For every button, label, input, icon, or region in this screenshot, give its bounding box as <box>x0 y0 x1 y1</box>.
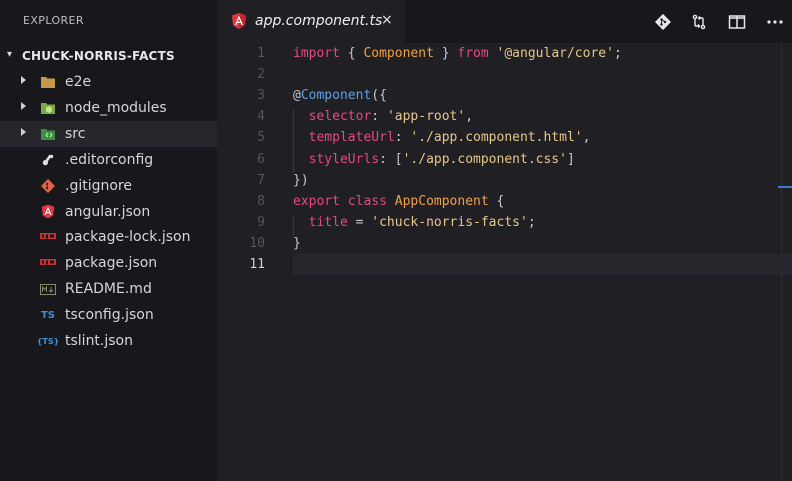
tslint-icon: {TS} <box>36 336 60 346</box>
line-number: 7 <box>257 172 265 188</box>
tree-item-label: e2e <box>65 74 92 90</box>
code-line[interactable]: export class AppComponent { <box>293 194 504 209</box>
tree-file-tslint-json[interactable]: {TS} tslint.json <box>0 328 217 354</box>
project-name: CHUCK-NORRIS-FACTS <box>22 49 175 63</box>
editor-tab-bar: app.component.ts × <box>217 0 792 43</box>
src-folder-icon <box>40 126 56 142</box>
tree-item-label: .gitignore <box>65 177 132 194</box>
compare-changes-icon[interactable] <box>689 12 709 32</box>
code-line[interactable]: }) <box>293 173 309 188</box>
explorer-sidebar: EXPLORER ▾ CHUCK-NORRIS-FACTS e2e node_mo… <box>0 0 217 481</box>
tree-item-label: package-lock.json <box>65 229 191 246</box>
tree-file-package-json[interactable]: package.json <box>0 250 217 276</box>
markdown-icon <box>40 281 56 297</box>
code-line[interactable]: styleUrls: ['./app.component.css'] <box>293 152 575 167</box>
npm-icon <box>40 229 56 245</box>
tree-file-gitignore[interactable]: .gitignore <box>0 173 217 199</box>
code-line[interactable]: @Component({ <box>293 88 387 103</box>
indent-guide <box>293 214 294 236</box>
tree-item-label: .editorconfig <box>65 151 154 168</box>
more-actions-icon[interactable] <box>765 12 785 32</box>
tree-folder-src[interactable]: src <box>0 120 217 147</box>
editorconfig-icon <box>40 152 56 168</box>
line-number: 8 <box>257 193 265 209</box>
code-line[interactable]: templateUrl: './app.component.html', <box>293 130 591 145</box>
line-number: 11 <box>249 257 265 272</box>
project-folder-header[interactable]: ▾ CHUCK-NORRIS-FACTS <box>0 45 217 67</box>
tree-item-label: src <box>65 125 86 142</box>
indent-guide <box>293 109 294 173</box>
git-icon[interactable] <box>653 12 673 32</box>
code-line[interactable]: import { Component } from '@angular/core… <box>293 46 622 61</box>
tree-item-label: node_modules <box>65 99 167 116</box>
code-line[interactable]: } <box>293 236 301 251</box>
close-icon[interactable]: × <box>381 12 393 28</box>
angular-icon <box>232 13 246 29</box>
code-line[interactable]: title = 'chuck-norris-facts'; <box>293 215 536 230</box>
current-line-highlight <box>293 254 792 275</box>
node-folder-icon <box>40 100 56 116</box>
split-editor-icon[interactable] <box>727 12 747 32</box>
tree-item-label: README.md <box>65 281 152 298</box>
angular-icon <box>40 204 56 220</box>
line-number: 4 <box>257 109 265 125</box>
line-number: 3 <box>257 88 265 104</box>
explorer-title: EXPLORER <box>23 14 84 27</box>
line-number: 6 <box>257 151 265 167</box>
line-number: 5 <box>257 130 265 146</box>
chevron-right-icon <box>21 101 26 110</box>
code-editor[interactable]: 1 2 3 4 5 6 7 8 9 10 11 import { Component } from … <box>217 43 792 481</box>
line-number: 10 <box>249 235 265 251</box>
tab-label: app.component.ts <box>255 13 383 29</box>
line-number: 2 <box>257 67 265 83</box>
tree-file-angular-json[interactable]: angular.json <box>0 199 217 225</box>
tree-item-label: package.json <box>65 255 158 272</box>
tree-file-package-lock-json[interactable]: package-lock.json <box>0 224 217 250</box>
overview-ruler-marker <box>778 186 792 188</box>
code-line[interactable]: selector: 'app-root', <box>293 109 473 124</box>
tree-item-label: tsconfig.json <box>65 307 154 324</box>
tree-folder-node-modules[interactable]: node_modules <box>0 95 217 121</box>
tree-item-label: angular.json <box>65 203 151 220</box>
chevron-right-icon <box>21 76 26 84</box>
line-number: 1 <box>257 46 265 61</box>
tree-file-editorconfig[interactable]: .editorconfig <box>0 147 217 173</box>
chevron-down-icon: ▾ <box>7 49 13 60</box>
chevron-right-icon <box>21 127 26 136</box>
tsconfig-icon: TS <box>40 309 56 321</box>
git-icon <box>40 178 56 194</box>
tree-file-tsconfig-json[interactable]: TS tsconfig.json <box>0 302 217 328</box>
tree-file-readme-md[interactable]: README.md <box>0 276 217 302</box>
npm-icon <box>40 255 56 271</box>
tree-item-label: tslint.json <box>65 333 133 349</box>
line-number: 9 <box>257 214 265 230</box>
tree-folder-e2e[interactable]: e2e <box>0 69 217 95</box>
scrollbar-track[interactable] <box>781 43 782 481</box>
folder-icon <box>40 74 56 90</box>
tab-app-component-ts[interactable]: app.component.ts × <box>217 0 405 43</box>
